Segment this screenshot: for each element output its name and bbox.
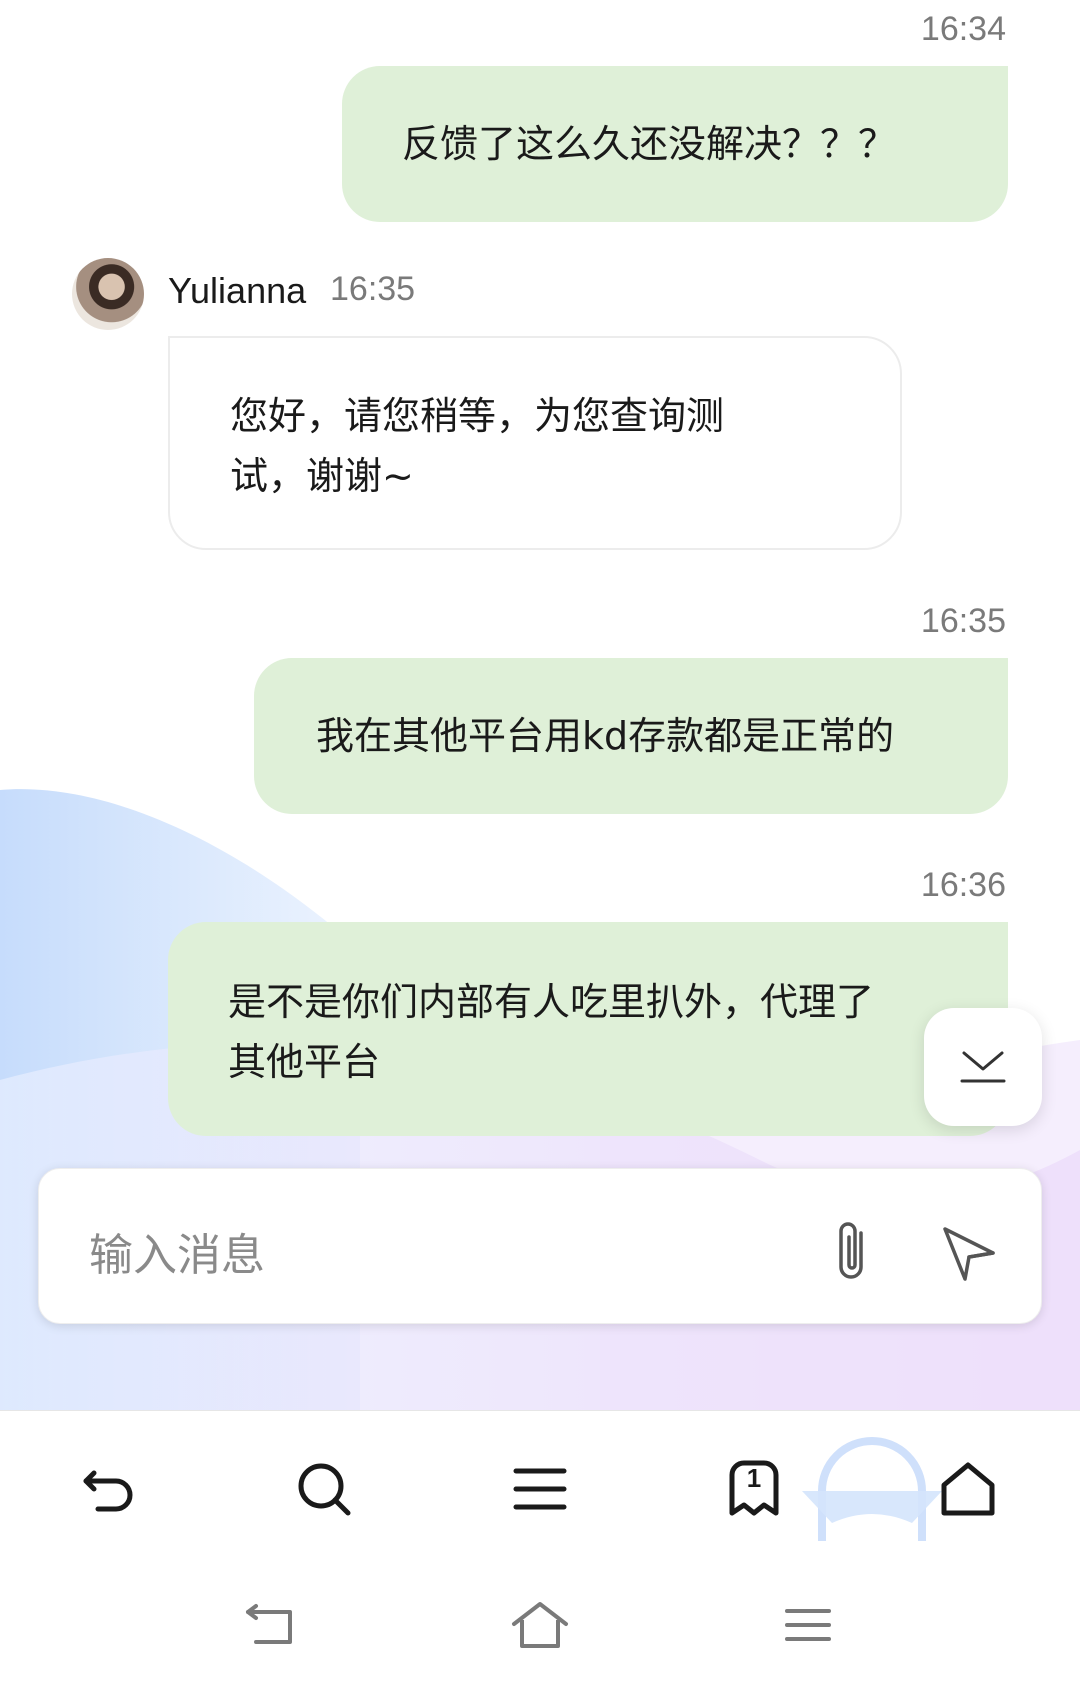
system-home-button[interactable]: [500, 1590, 580, 1660]
system-home-icon: [512, 1602, 568, 1648]
message-timestamp: 16:35: [920, 602, 1006, 640]
tab-count: 1: [746, 1463, 762, 1493]
message-timestamp: 16:36: [920, 866, 1006, 904]
system-menu-icon: [785, 1609, 831, 1641]
sender-name: Yulianna: [168, 270, 307, 311]
search-icon: [298, 1463, 351, 1516]
search-button[interactable]: [284, 1449, 364, 1529]
system-menu-button[interactable]: [768, 1590, 848, 1660]
menu-button[interactable]: [500, 1449, 580, 1529]
system-navigation-bar: [0, 1560, 1080, 1684]
tabs-button[interactable]: 1: [714, 1449, 794, 1529]
system-back-button[interactable]: [230, 1590, 310, 1660]
avatar[interactable]: [72, 258, 144, 330]
menu-icon: [513, 1468, 567, 1510]
back-button[interactable]: [70, 1449, 150, 1529]
message-text: 反馈了这么久还没解决？？？: [402, 122, 897, 166]
home-button[interactable]: [928, 1449, 1008, 1529]
scroll-to-bottom-button[interactable]: [924, 1008, 1042, 1126]
back-icon: [83, 1470, 133, 1512]
message-text-line: 试，谢谢~: [230, 454, 414, 498]
message-timestamp: 16:35: [330, 270, 416, 308]
message-input[interactable]: 输入消息: [89, 1219, 265, 1283]
message-text-line: 是不是你们内部有人吃里扒外，代理了: [228, 980, 875, 1024]
browser-toolbar: 1: [0, 1410, 1080, 1560]
home-icon: [941, 1462, 995, 1516]
message-text: 我在其他平台用kd存款都是正常的: [316, 714, 895, 758]
incoming-message[interactable]: 您好，请您稍等，为您查询测 试，谢谢~: [168, 336, 902, 550]
outgoing-message[interactable]: 反馈了这么久还没解决？？？: [342, 66, 1008, 222]
system-back-icon: [246, 1604, 292, 1644]
message-timestamp: 16:34: [920, 10, 1006, 48]
outgoing-message[interactable]: 我在其他平台用kd存款都是正常的: [254, 658, 1008, 814]
message-text-line: 其他平台: [228, 1040, 381, 1084]
chevron-down-line-icon: [960, 1051, 1006, 1083]
outgoing-message[interactable]: 是不是你们内部有人吃里扒外，代理了 其他平台: [168, 922, 1008, 1136]
send-icon[interactable]: [939, 1223, 999, 1283]
message-text-line: 您好，请您稍等，为您查询测: [230, 394, 725, 438]
message-composer: 输入消息: [38, 1168, 1042, 1324]
paperclip-icon[interactable]: [827, 1217, 875, 1287]
chat-area: 16:34 反馈了这么久还没解决？？？ Yulianna 16:35 您好，请您…: [0, 0, 1080, 1140]
